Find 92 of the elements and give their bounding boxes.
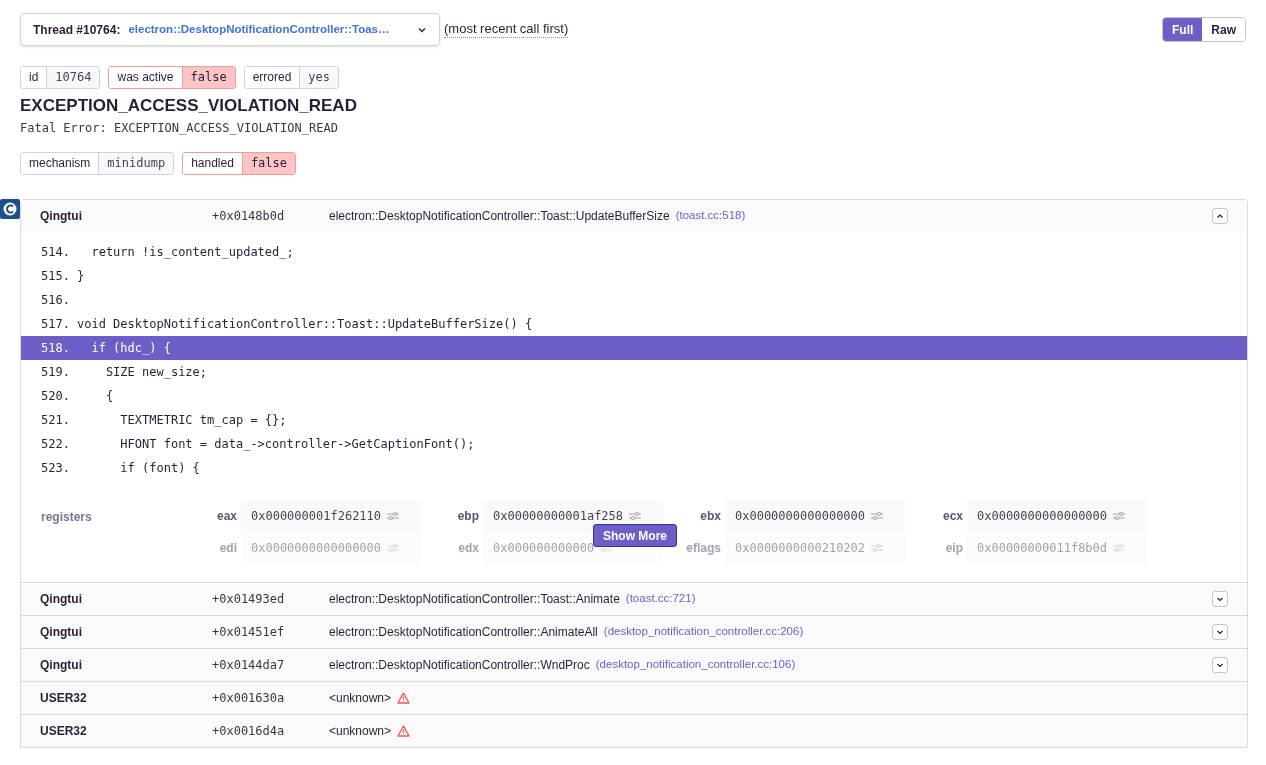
sliders-icon[interactable] xyxy=(871,543,884,553)
file-location[interactable]: (desktop_notification_controller.cc:106) xyxy=(595,656,796,674)
register-name: ecx xyxy=(941,508,964,525)
collapse-toggle[interactable] xyxy=(1212,208,1228,224)
file-location[interactable]: (toast.cc:721) xyxy=(625,590,696,608)
register-name: eax xyxy=(215,508,238,525)
register-name: edx xyxy=(457,540,480,557)
register-name: edi xyxy=(218,540,238,557)
chevron-up-icon xyxy=(1216,212,1224,220)
chevron-down-icon xyxy=(1216,661,1224,669)
line-number: 521. xyxy=(41,412,71,429)
function-name: electron::DesktopNotificationController::WndProc xyxy=(329,657,590,674)
module-name: Qingtui xyxy=(40,657,83,674)
show-more-button[interactable]: Show More xyxy=(593,524,677,547)
code-text: if (font) { xyxy=(119,460,200,477)
frame-address: +0x001630a xyxy=(212,690,286,707)
function-name: <unknown> xyxy=(329,690,392,707)
code-text: } xyxy=(77,268,85,285)
file-location[interactable]: (toast.cc:518) xyxy=(675,207,746,225)
tag-value: 10764 xyxy=(46,67,100,88)
line-number: 520. xyxy=(41,388,71,405)
code-text: void DesktopNotificationController::Toast::UpdateBufferSize() { xyxy=(77,316,533,333)
sliders-icon[interactable] xyxy=(629,511,642,521)
frame-row[interactable]: USER32 +0x0016d4a <unknown> xyxy=(21,715,1247,747)
exception-message: Fatal Error: EXCEPTION_ACCESS_VIOLATION_READ xyxy=(19,120,339,137)
sliders-icon[interactable] xyxy=(1113,543,1126,553)
registers-label: registers xyxy=(41,509,93,526)
frame-row[interactable]: Qingtui +0x01451ef electron::DesktopNotificationController::AnimateAll (desktop_notification_controller.cc:206) xyxy=(21,616,1247,648)
code-text: SIZE new_size; xyxy=(104,364,208,381)
tag-value: false xyxy=(241,153,295,174)
register-name: ebp xyxy=(456,508,480,525)
code-text: if (hdc_) { xyxy=(90,340,171,357)
frame-address: +0x0016d4a xyxy=(212,723,286,740)
frame-row[interactable]: Qingtui +0x0144da7 electron::DesktopNotificationController::WndProc (desktop_notification_controller.cc:106) xyxy=(21,649,1247,681)
code-text: { xyxy=(104,388,114,405)
register-value: 0x000000000000 xyxy=(493,540,595,557)
frame-row[interactable]: USER32 +0x001630a <unknown> xyxy=(21,682,1247,714)
code-text: HFONT font = data_->controller->GetCaptionFont(); xyxy=(119,436,475,453)
line-number: 514. xyxy=(41,244,71,261)
toggle-tab[interactable]: Full xyxy=(1163,18,1203,41)
line-number: 516. xyxy=(41,292,71,309)
frame-row[interactable]: Qingtui +0x0148b0d electron::DesktopNotificationController::Toast::UpdateBufferSize (toast.cc:518) xyxy=(21,200,1247,232)
expand-toggle[interactable] xyxy=(1212,591,1228,607)
function-name: <unknown> xyxy=(329,723,392,740)
module-name: Qingtui xyxy=(40,591,83,608)
line-number: 515. xyxy=(41,268,71,285)
frame-address: +0x0148b0d xyxy=(212,208,286,225)
module-name: Qingtui xyxy=(40,208,83,225)
tag-value: false xyxy=(181,67,235,88)
tag-value: yes xyxy=(299,67,338,88)
register-value: 0x00000000011f8b0d xyxy=(977,540,1108,557)
dropdown-label: Thread #10764: xyxy=(33,21,121,39)
register-value: 0x0000000000000000 xyxy=(735,508,866,525)
line-number: 519. xyxy=(41,364,71,381)
line-number: 522. xyxy=(41,436,71,453)
module-name: Qingtui xyxy=(40,624,83,641)
function-name: electron::DesktopNotificationController::AnimateAll xyxy=(329,624,598,641)
register-value: 0x0000000000000000 xyxy=(977,508,1108,525)
frame-row[interactable]: Qingtui +0x01493ed electron::DesktopNotificationController::Toast::Animate (toast.cc:721) xyxy=(21,583,1247,615)
exception-title: EXCEPTION_ACCESS_VIOLATION_READ xyxy=(19,95,358,117)
frame-address: +0x01451ef xyxy=(212,624,286,641)
expand-toggle[interactable] xyxy=(1212,624,1228,640)
frame-address: +0x0144da7 xyxy=(212,657,286,674)
register-name: eip xyxy=(944,540,964,557)
module-name: USER32 xyxy=(40,690,88,707)
line-number: 518. xyxy=(41,340,71,357)
chevron-down-icon xyxy=(1216,595,1224,603)
sliders-icon[interactable] xyxy=(387,543,400,553)
line-number: 523. xyxy=(41,460,71,477)
register-value: 0x000000001f262110 xyxy=(251,508,382,525)
function-name: electron::DesktopNotificationController::Toast::UpdateBufferSize xyxy=(329,208,670,225)
tag-value: minidump xyxy=(98,153,174,174)
thread-dropdown[interactable]: Thread #10764: electron::DesktopNotificationController::Toas… xyxy=(20,13,440,46)
register-value: 0x0000000000210202 xyxy=(735,540,866,557)
expand-toggle[interactable] xyxy=(1212,657,1228,673)
dropdown-value: electron::DesktopNotificationController::Toas… xyxy=(128,21,390,37)
module-name: USER32 xyxy=(40,723,88,740)
register-value: 0x00000000001af258 xyxy=(493,508,624,525)
code-text: return !is_content_updated_; xyxy=(90,244,294,261)
order-note: (most recent call first) xyxy=(444,21,569,38)
sliders-icon[interactable] xyxy=(387,511,400,521)
c-language-icon xyxy=(0,199,20,219)
code-text: TEXTMETRIC tm_cap = {}; xyxy=(119,412,287,429)
register-name: ebx xyxy=(699,508,722,525)
frame-address: +0x01493ed xyxy=(212,591,286,608)
line-number: 517. xyxy=(41,316,71,333)
function-name: electron::DesktopNotificationController::Toast::Animate xyxy=(329,591,620,608)
file-location[interactable]: (desktop_notification_controller.cc:206) xyxy=(603,623,804,641)
sliders-icon[interactable] xyxy=(1113,511,1126,521)
sliders-icon[interactable] xyxy=(871,511,884,521)
register-value: 0x0000000000000000 xyxy=(251,540,382,557)
chevron-down-icon xyxy=(1216,628,1224,636)
